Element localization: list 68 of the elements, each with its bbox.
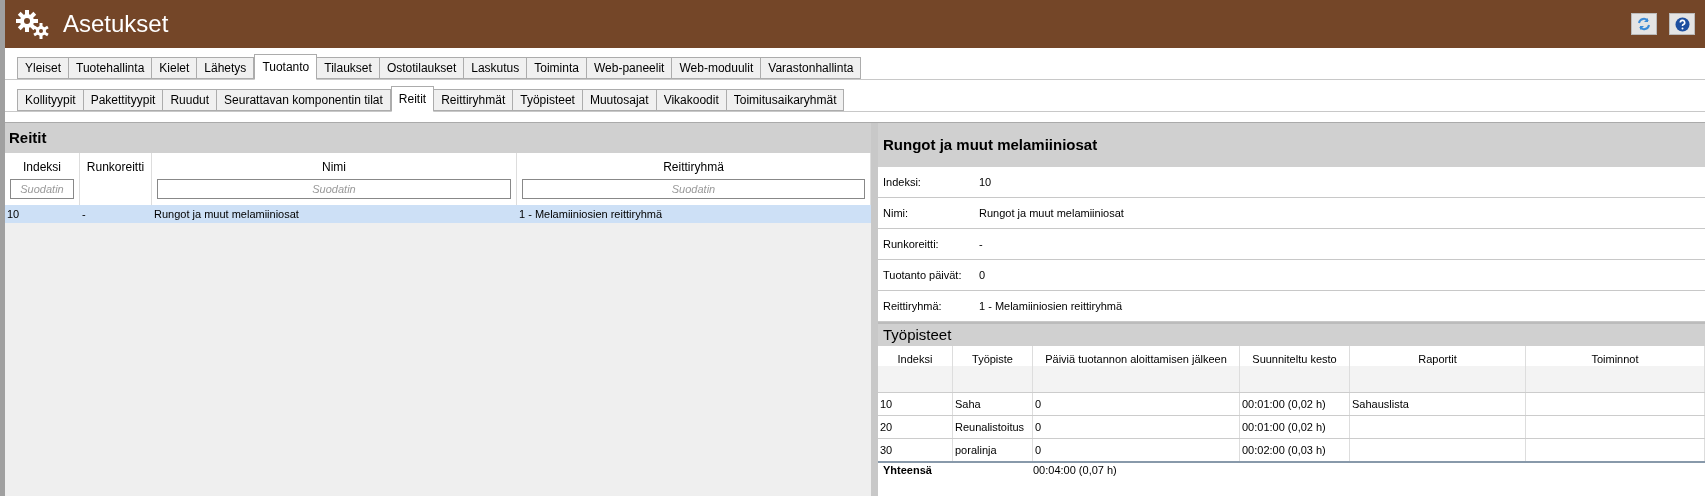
- tab[interactable]: Laskutus: [463, 57, 528, 79]
- tab[interactable]: Tuotehallinta: [68, 57, 153, 79]
- tab[interactable]: Kielet: [151, 57, 198, 79]
- tab[interactable]: Kollityypit: [17, 89, 84, 111]
- field-label: Indeksi:: [883, 174, 922, 190]
- filter-field[interactable]: Suodatin: [157, 179, 511, 199]
- table-cell-text: 10: [6, 207, 21, 222]
- total-value: 00:04:00 (0,07 h): [1033, 462, 1117, 478]
- tab[interactable]: Yleiset: [17, 57, 70, 79]
- panel-title: Rungot ja muut melamiiniosat: [883, 134, 1098, 155]
- tab[interactable]: Ostotilaukset: [378, 57, 465, 79]
- table-cell-text: 20: [880, 419, 893, 435]
- tab[interactable]: Reitit: [390, 86, 435, 112]
- tab[interactable]: Muutosajat: [581, 89, 657, 111]
- table-cell-text: 00:01:00 (0,02 h): [1242, 419, 1326, 435]
- field-label: Nimi:: [883, 205, 910, 221]
- column-header[interactable]: Runkoreitti: [86, 158, 145, 176]
- help-icon: [1674, 16, 1690, 32]
- tab[interactable]: Tuotanto: [254, 54, 318, 80]
- column-header[interactable]: Reittiryhmä: [663, 158, 724, 176]
- table-cell-text: 30: [880, 442, 893, 458]
- table-cell-text: Rungot ja muut melamiiniosat: [153, 207, 300, 222]
- column-header[interactable]: Nimi: [322, 158, 346, 176]
- tab[interactable]: Varastonhallinta: [760, 57, 862, 79]
- filter-field[interactable]: Suodatin: [522, 179, 865, 199]
- tab[interactable]: Web-paneelit: [585, 57, 673, 79]
- panel-title: Reitit: [9, 127, 47, 148]
- table-cell-text: poralinja: [955, 442, 997, 458]
- table-row[interactable]: 10 - Rungot ja muut melamiiniosat 1 - Melamiiniosien reittiryhmä: [5, 205, 871, 223]
- field-label: Tuotanto päivät:: [883, 267, 963, 283]
- field-value: Rungot ja muut melamiiniosat: [979, 205, 1124, 221]
- tab[interactable]: Reittiryhmät: [433, 89, 514, 111]
- tab[interactable]: Toimitusaikaryhmät: [725, 89, 845, 111]
- field-value: 0: [979, 267, 986, 283]
- table-cell-text: 00:01:00 (0,02 h): [1242, 396, 1326, 412]
- table-cell-text: 0: [1035, 442, 1042, 458]
- field-value: 10: [979, 174, 992, 190]
- gears-icon: [15, 9, 49, 39]
- tab[interactable]: Web-moduulit: [671, 57, 762, 79]
- tab[interactable]: Tilaukset: [316, 57, 380, 79]
- tab[interactable]: Seurattavan komponentin tilat: [216, 89, 391, 111]
- section-title: Työpisteet: [883, 324, 952, 345]
- help-button[interactable]: [1669, 13, 1695, 35]
- column-header[interactable]: Indeksi: [23, 158, 61, 176]
- tab[interactable]: Toiminta: [526, 57, 587, 79]
- table-cell-text: -: [81, 207, 87, 222]
- tab[interactable]: Vikakoodit: [655, 89, 727, 111]
- filter-field[interactable]: Suodatin: [10, 179, 74, 199]
- table-cell-text: 0: [1035, 396, 1042, 412]
- table-cell-text: Saha: [955, 396, 981, 412]
- table-cell-text: 00:02:00 (0,03 h): [1242, 442, 1326, 458]
- tab[interactable]: Pakettityypit: [82, 89, 164, 111]
- refresh-icon: [1637, 17, 1651, 31]
- tab[interactable]: Työpisteet: [512, 89, 583, 111]
- tab[interactable]: Lähetys: [196, 57, 255, 79]
- table-cell-text: Reunalistoitus: [955, 419, 1025, 435]
- table-cell-text: 10: [880, 396, 893, 412]
- field-value: 1 - Melamiiniosien reittiryhmä: [979, 298, 1123, 314]
- tab[interactable]: Ruudut: [162, 89, 218, 111]
- refresh-button[interactable]: [1631, 13, 1657, 35]
- table-cell-text: 0: [1035, 419, 1042, 435]
- table-cell-text: 1 - Melamiiniosien reittiryhmä: [518, 207, 664, 222]
- field-label: Reittiryhmä:: [883, 298, 943, 314]
- field-value: -: [979, 236, 983, 252]
- window-title: Asetukset: [63, 9, 169, 39]
- total-label: Yhteensä: [883, 462, 933, 478]
- field-label: Runkoreitti:: [883, 236, 940, 252]
- table-cell-text: Sahauslista: [1352, 396, 1409, 412]
